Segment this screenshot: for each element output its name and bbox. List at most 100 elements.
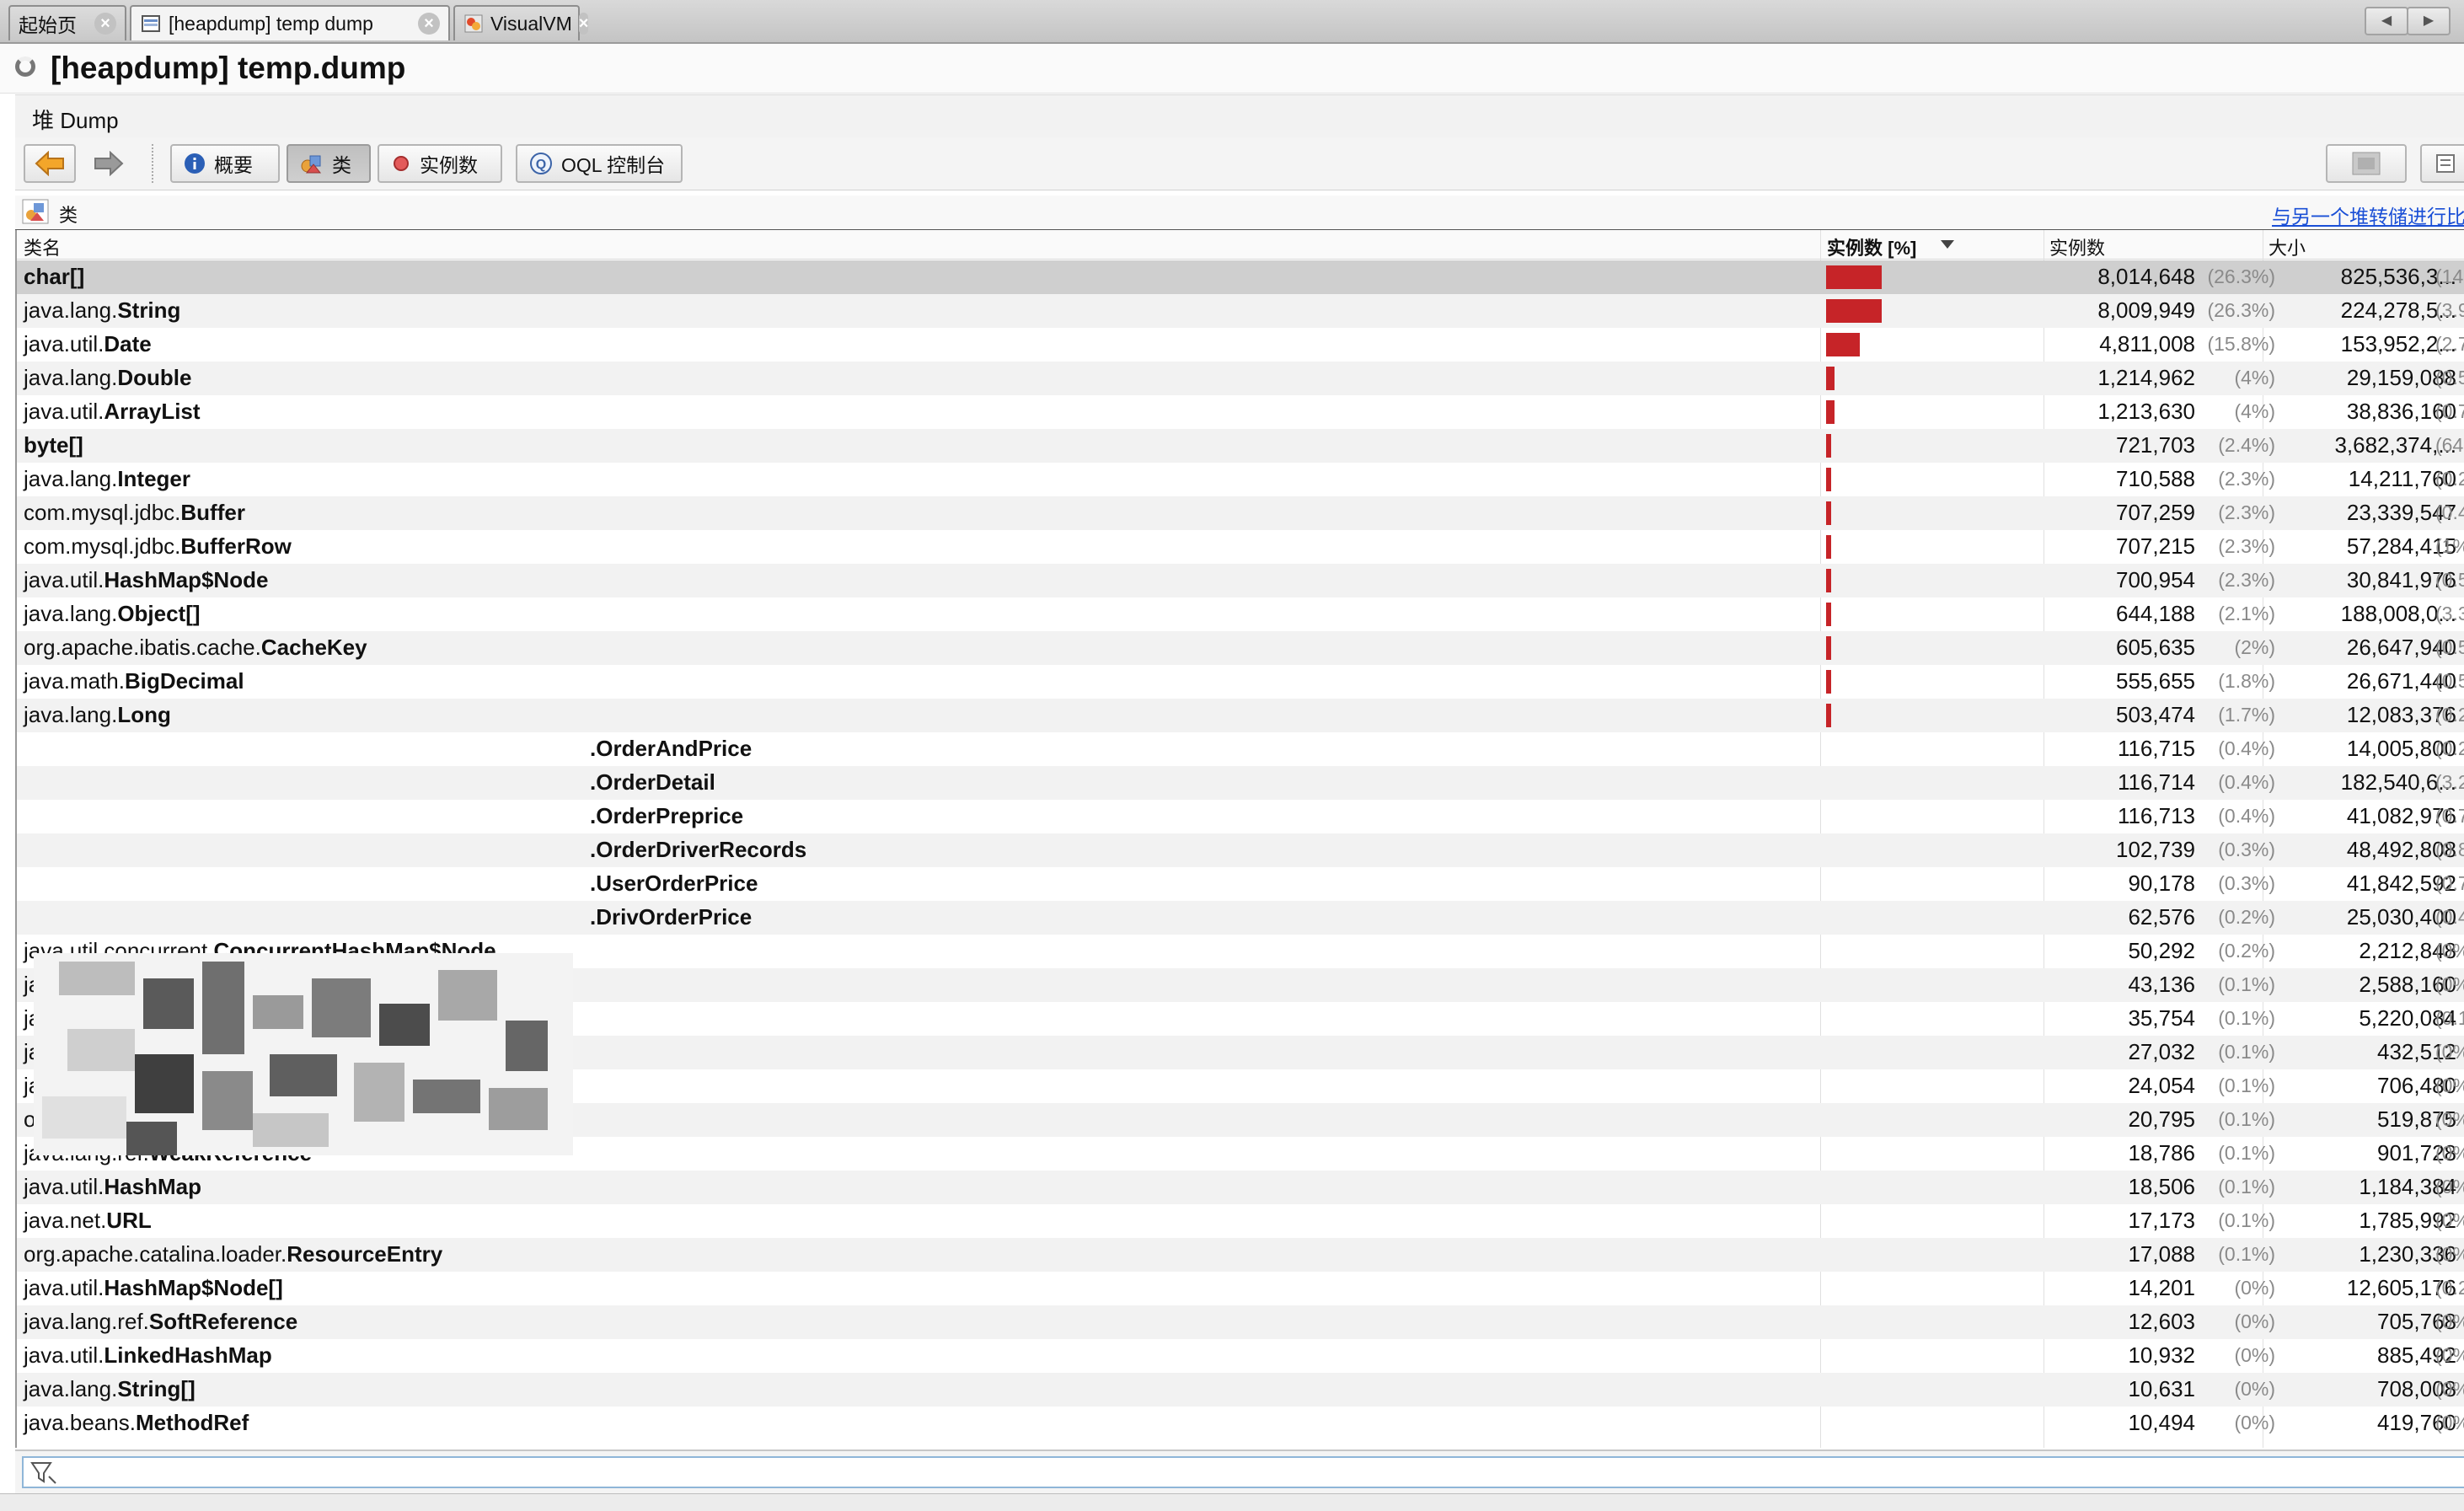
table-row[interactable]: java.lang.Integer 710,588 (2.3%) 14,211,760…	[17, 463, 2464, 496]
tab-start-page[interactable]: 起始页 ×	[8, 5, 126, 40]
class-name-cell: java.lang.Object[]	[24, 601, 201, 627]
instance-count-cell: 27,032	[2128, 1039, 2195, 1064]
size-pct-cell: (1%)	[2435, 535, 2464, 557]
table-row[interactable]: .OrderDetail 116,714 (0.4%) 182,540,6... (3.…	[17, 766, 2464, 800]
table-row[interactable]: java.util.HashMap$Node 700,954 (2.3%) 30,84…	[17, 564, 2464, 597]
filter-icon[interactable]	[30, 1461, 57, 1485]
table-row[interactable]: org.apache.catalina.loader.ResourceEntry…	[17, 1238, 2464, 1272]
class-package: java.lang.	[24, 1376, 118, 1401]
size-pct-cell: (0.2%)	[2435, 737, 2464, 759]
table-row[interactable]: java.beans.MethodRef10,494(0%)419,760(0%…	[17, 1407, 2464, 1440]
table-row[interactable]: .DrivOrderPrice 62,576 (0.2%) 25,030,400 (0.…	[17, 901, 2464, 935]
tab-heapdump[interactable]: [heapdump] temp dump ×	[130, 5, 450, 40]
instances-pct-bar	[1826, 569, 1831, 592]
table-row[interactable]: .OrderAndPrice 116,715 (0.4%) 14,005,800 (0.…	[17, 732, 2464, 766]
size-cell: 1,230,336	[2359, 1241, 2456, 1267]
class-name-cell: java.lang.String[]	[24, 1376, 196, 1402]
info-icon	[185, 153, 205, 174]
table-row[interactable]: com.mysql.jdbc.Buffer 707,259 (2.3%) 23,339…	[17, 496, 2464, 530]
options-button[interactable]	[2420, 144, 2464, 183]
class-name-cell: java.util.Date	[24, 331, 152, 357]
column-header-instances[interactable]: 实例数	[2049, 233, 2105, 260]
loading-spinner-icon	[15, 56, 35, 77]
class-simple-name: .DrivOrderPrice	[590, 904, 753, 930]
table-row[interactable]: .UserOrderPrice 90,178 (0.3%) 41,842,592 (0.…	[17, 867, 2464, 901]
table-row[interactable]: java.lang.Long 503,474 (1.7%) 12,083,376 (0.…	[17, 699, 2464, 732]
size-pct-cell: (0%)	[2435, 1108, 2464, 1130]
table-row[interactable]: java.util.HashMap 18,506 (0.1%) 1,184,384 (0…	[17, 1171, 2464, 1204]
class-name-cell: .OrderAndPrice	[590, 736, 752, 762]
summary-button[interactable]: 概要	[170, 144, 280, 183]
snapshot-button[interactable]	[2326, 144, 2407, 183]
filter-bar	[15, 1449, 2464, 1493]
instance-pct-cell: (4%)	[2234, 367, 2275, 388]
instance-pct-cell: (1.8%)	[2218, 670, 2275, 692]
instance-pct-cell: (0%)	[2234, 1277, 2275, 1299]
class-name-cell: byte[]	[24, 432, 83, 458]
forward-button[interactable]	[83, 144, 135, 183]
class-package: java.lang.ref.	[24, 1309, 149, 1334]
instance-pct-cell: (0.4%)	[2218, 771, 2275, 793]
column-header-size[interactable]: 大小	[2268, 233, 2306, 260]
table-row[interactable]: java.lang.Object[] 644,188 (2.1%) 188,008,0…	[17, 597, 2464, 631]
table-row[interactable]: java.util.ArrayList 1,213,630 (4%) 38,836,1…	[17, 395, 2464, 429]
close-icon[interactable]: ×	[418, 13, 440, 35]
table-row[interactable]: java.lang.Double 1,214,962 (4%) 29,159,088(…	[17, 362, 2464, 395]
instances-pct-bar	[1826, 636, 1831, 660]
size-pct-cell: (0.5%)	[2435, 636, 2464, 658]
instance-count-cell: 102,739	[2116, 837, 2195, 862]
table-row[interactable]: java.lang.String 8,009,949 (26.3%) 224,278,…	[17, 294, 2464, 328]
instance-count-cell: 4,811,008	[2099, 331, 2195, 356]
page-title: [heapdump] temp.dump	[51, 51, 406, 85]
class-package: java.beans.	[24, 1410, 136, 1435]
table-row[interactable]: java.util.LinkedHashMap 10,932 (0%) 885,492…	[17, 1339, 2464, 1373]
instances-button[interactable]: 实例数	[378, 144, 502, 183]
class-simple-name: SoftReference	[148, 1309, 298, 1334]
table-row[interactable]: .OrderPreprice 116,713 (0.4%) 41,082,976 (0.…	[17, 800, 2464, 833]
close-icon[interactable]: ×	[94, 13, 116, 35]
scroll-tabs-left-icon[interactable]: ◀	[2365, 7, 2408, 35]
table-row[interactable]: java.lang.String[]10,631(0%)708,008(0%)	[17, 1373, 2464, 1407]
table-row[interactable]: java.net.URL 17,173 (0.1%) 1,785,992(0%)	[17, 1204, 2464, 1238]
table-row[interactable]: java.util.HashMap$Node[] 14,201 (0%) 12,605…	[17, 1272, 2464, 1305]
filter-input[interactable]	[22, 1456, 2464, 1488]
class-name-cell: com.mysql.jdbc.BufferRow	[24, 533, 292, 560]
table-row[interactable]: java.lang.ref.SoftReference 12,603 (0%) 705…	[17, 1305, 2464, 1339]
table-row[interactable]: java.util.Date 4,811,008 (15.8%) 153,952,2.…	[17, 328, 2464, 362]
oql-console-button[interactable]: Q OQL 控制台	[516, 144, 683, 183]
table-row[interactable]: char[] 8,014,648 (26.3%) 825,536,3...(14.4%…	[17, 260, 2464, 294]
size-pct-cell: (0.2%)	[2435, 1277, 2464, 1299]
class-simple-name: URL	[106, 1208, 152, 1233]
table-row[interactable]: com.mysql.jdbc.BufferRow 707,215 (2.3%) 57,…	[17, 530, 2464, 564]
tab-visualvm[interactable]: VisualVM ×	[453, 5, 589, 40]
instance-count-cell: 17,088	[2128, 1241, 2195, 1267]
instance-pct-cell: (26.3%)	[2207, 299, 2275, 321]
table-header: 类名 实例数 [%] 实例数 大小	[17, 230, 2464, 260]
table-row[interactable]: byte[] 721,703 (2.4%) 3,682,374,...(64%)	[17, 429, 2464, 463]
table-row[interactable]: java.math.BigDecimal 555,655 (1.8%) 26,671,…	[17, 665, 2464, 699]
column-header-class-name[interactable]: 类名	[24, 233, 61, 260]
title-bar: [heapdump] temp.dump	[0, 44, 2464, 94]
scroll-tabs-right-icon[interactable]: ▶	[2407, 7, 2451, 35]
visualvm-icon	[463, 13, 484, 35]
column-header-instances-pct[interactable]: 实例数 [%]	[1827, 233, 1916, 260]
compare-heap-dump-link[interactable]: 与另一个堆转储进行比较	[2272, 201, 2464, 229]
close-icon[interactable]: ×	[578, 13, 589, 35]
class-name-cell: java.lang.String	[24, 297, 180, 324]
classes-button[interactable]: 类	[287, 144, 371, 183]
size-pct-cell: (14.4%)	[2435, 265, 2464, 287]
size-cell: 14,005,800	[2346, 736, 2456, 761]
class-name-cell: java.util.HashMap$Node	[24, 567, 268, 593]
instance-pct-cell: (2.3%)	[2218, 535, 2275, 557]
instance-count-cell: 707,215	[2116, 533, 2195, 559]
table-row[interactable]: org.apache.ibatis.cache.CacheKey 605,635 (…	[17, 631, 2464, 665]
size-pct-cell: (0%)	[2435, 1310, 2464, 1332]
table-row[interactable]: .OrderDriverRecords 102,739 (0.3%) 48,492,8…	[17, 833, 2464, 867]
instance-count-cell: 50,292	[2128, 938, 2195, 963]
class-simple-name: HashMap	[104, 1174, 201, 1199]
instance-pct-cell: (2.4%)	[2218, 434, 2275, 456]
back-button[interactable]	[24, 144, 76, 183]
size-cell: 419,760	[2377, 1410, 2456, 1435]
instance-pct-cell: (0%)	[2234, 1344, 2275, 1366]
class-simple-name: BigDecimal	[124, 668, 244, 694]
